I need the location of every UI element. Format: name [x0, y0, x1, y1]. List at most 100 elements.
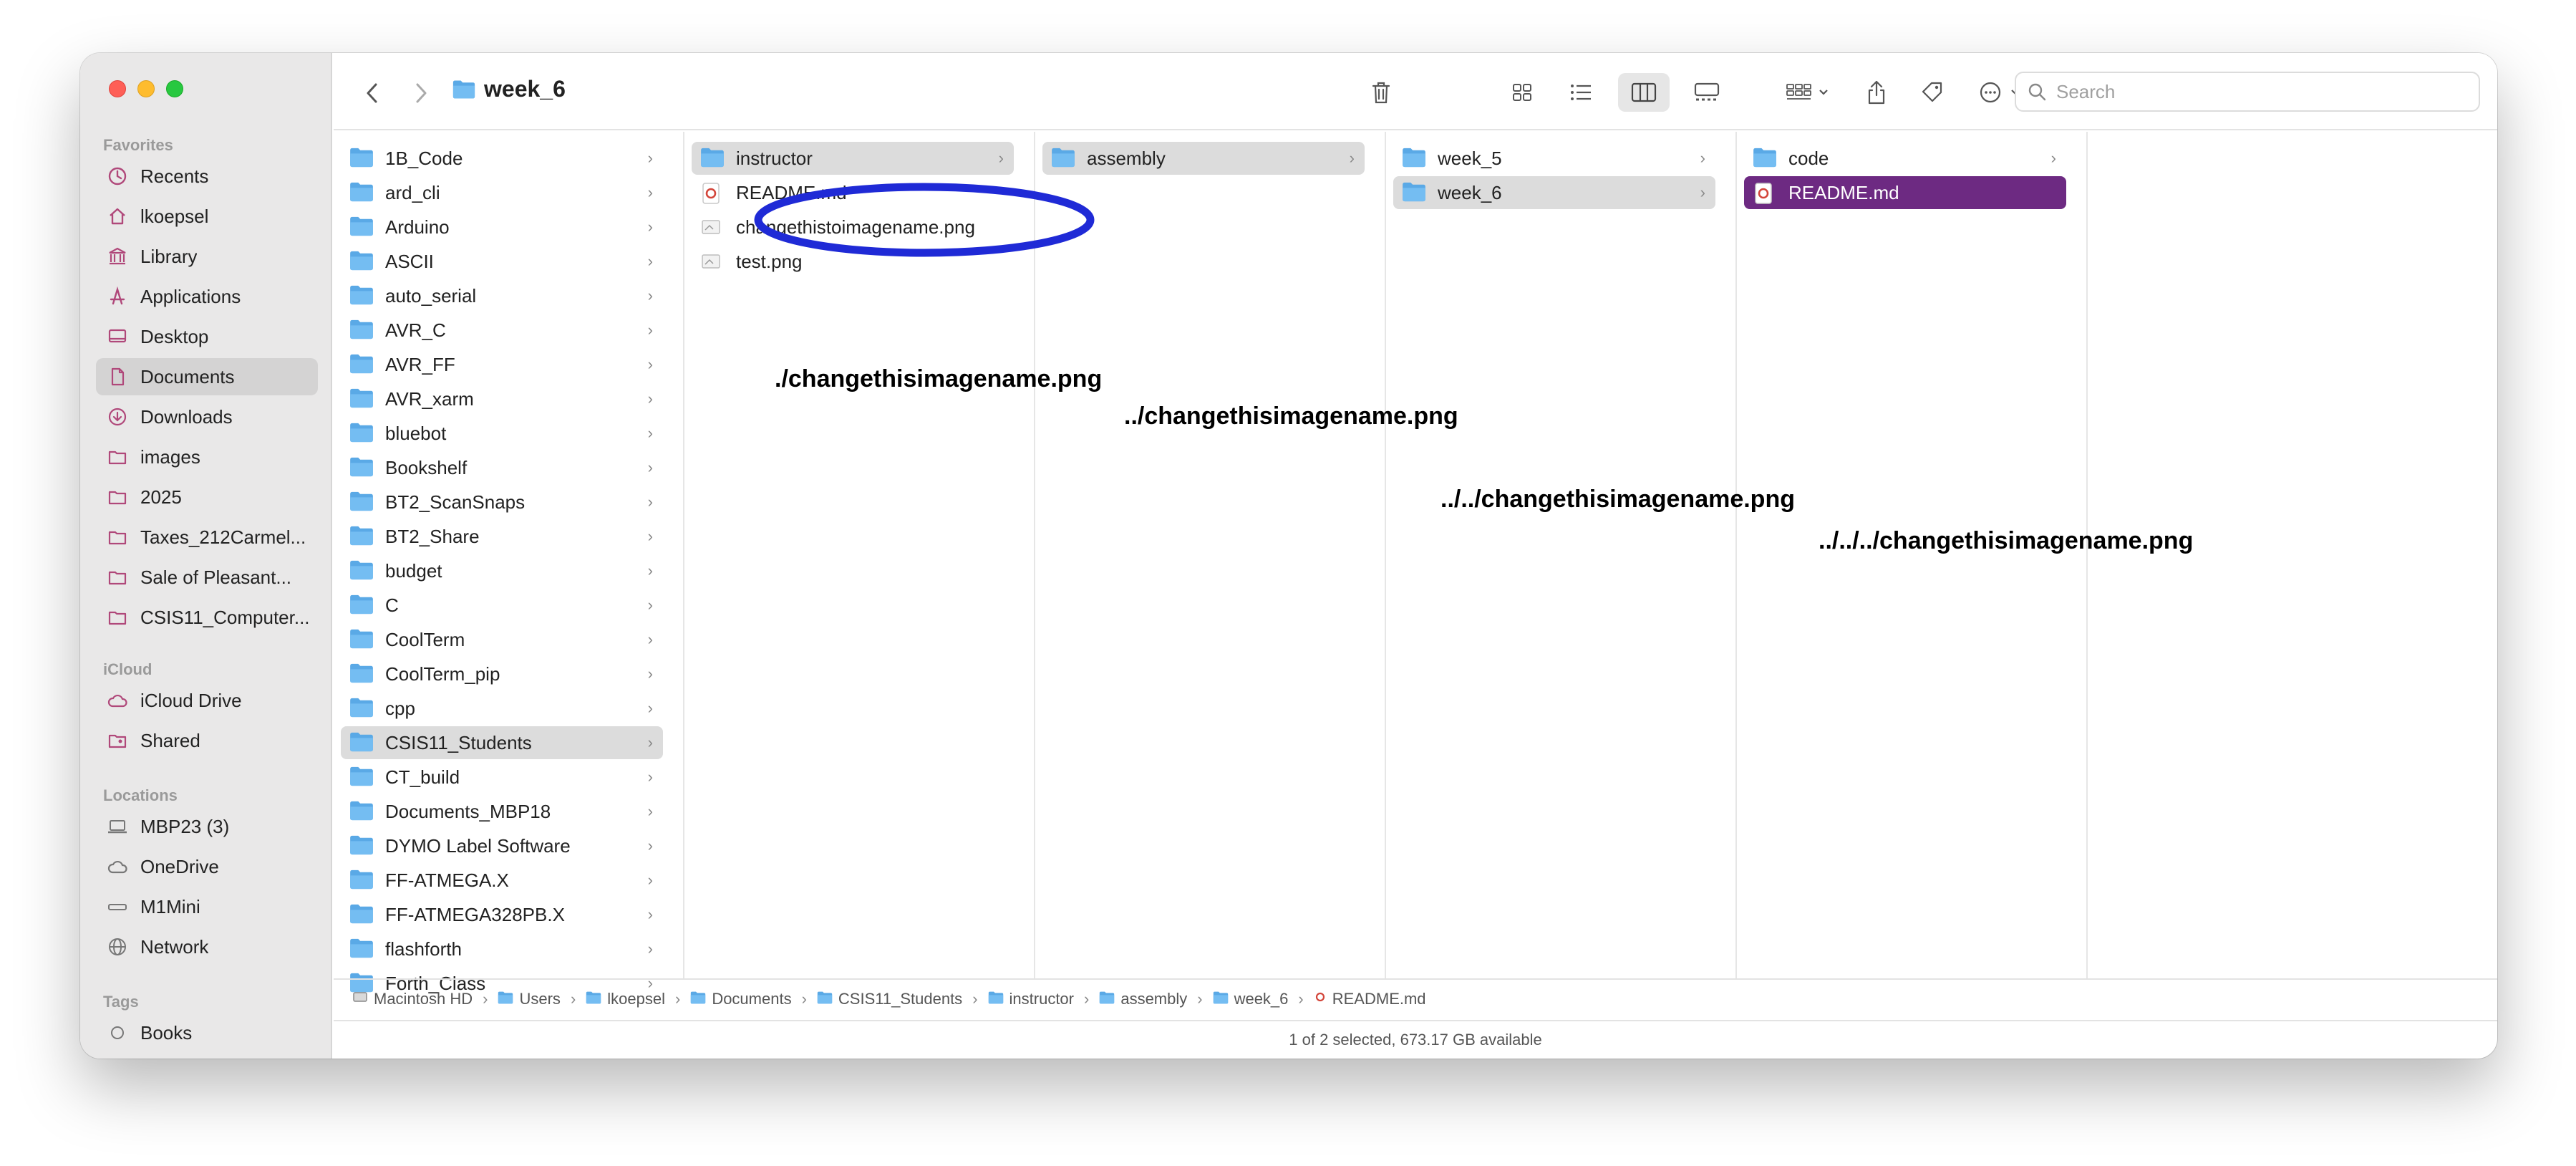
- finder-window: Favorites Recents lkoepsel Library Appli…: [80, 53, 2497, 1059]
- folder-row[interactable]: FF-ATMEGA.X ›: [341, 864, 663, 897]
- column-3: assembly ›: [1035, 132, 1386, 978]
- folder-icon: [349, 182, 375, 203]
- item-label: week_6: [1438, 181, 1502, 203]
- sidebar-item-taxes[interactable]: Taxes_212Carmel...: [96, 519, 318, 556]
- folder-icon: [1213, 990, 1229, 1008]
- folder-row[interactable]: AVR_C ›: [341, 314, 663, 347]
- path-segment[interactable]: Documents: [690, 990, 792, 1008]
- path-segment[interactable]: Users: [498, 990, 561, 1008]
- trash-button[interactable]: [1362, 73, 1400, 112]
- back-button[interactable]: [357, 77, 388, 109]
- column-view-button[interactable]: [1618, 73, 1670, 112]
- tag-button[interactable]: [1913, 73, 1952, 112]
- gallery-view-button[interactable]: [1684, 73, 1730, 112]
- folder-row[interactable]: assembly ›: [1042, 142, 1365, 175]
- folder-row[interactable]: Arduino ›: [341, 211, 663, 244]
- sidebar-item-2025[interactable]: 2025: [96, 478, 318, 516]
- chevron-right-icon: ›: [647, 733, 653, 751]
- folder-row[interactable]: code ›: [1744, 142, 2066, 175]
- column-browser: 1B_Code › ard_cli › Arduino › ASCII › auto_seria…: [334, 132, 2497, 994]
- item-label: FF-ATMEGA.X: [385, 869, 509, 891]
- path-segment[interactable]: Macintosh HD: [352, 990, 473, 1008]
- sidebar-item-library[interactable]: Library: [96, 238, 318, 275]
- tags-header: Tags: [103, 993, 139, 1011]
- sidebar-item-label: images: [140, 445, 200, 468]
- folder-row[interactable]: budget ›: [341, 554, 663, 587]
- path-segment[interactable]: instructor: [988, 990, 1074, 1008]
- folder-row[interactable]: instructor ›: [692, 142, 1014, 175]
- folder-row[interactable]: bluebot ›: [341, 417, 663, 450]
- path-segment[interactable]: lkoepsel: [586, 990, 665, 1008]
- forward-button[interactable]: [405, 77, 437, 109]
- minimize-button[interactable]: [137, 80, 155, 97]
- path-segment[interactable]: README.md: [1314, 990, 1426, 1008]
- sidebar-item-desktop[interactable]: Desktop: [96, 318, 318, 355]
- folder-row[interactable]: cpp ›: [341, 692, 663, 725]
- sidebar-item-downloads[interactable]: Downloads: [96, 398, 318, 435]
- folder-row[interactable]: BT2_ScanSnaps ›: [341, 486, 663, 519]
- folder-row[interactable]: ASCII ›: [341, 245, 663, 278]
- item-label: ASCII: [385, 250, 434, 272]
- annotation-path-1: ./changethisimagename.png: [775, 365, 1103, 392]
- folder-row[interactable]: week_5 ›: [1393, 142, 1715, 175]
- sidebar-item-label: iCloud Drive: [140, 689, 242, 711]
- chevron-right-icon: ›: [647, 630, 653, 648]
- icon-view-button[interactable]: [1501, 73, 1544, 112]
- sidebar-item-csis11[interactable]: CSIS11_Computer...: [96, 599, 318, 636]
- folder-row[interactable]: CSIS11_Students ›: [341, 726, 663, 759]
- shared-folder-icon: [106, 729, 129, 752]
- folder-row[interactable]: CoolTerm ›: [341, 623, 663, 656]
- zoom-button[interactable]: [166, 80, 183, 97]
- search-field[interactable]: Search: [2015, 72, 2480, 112]
- path-segment[interactable]: CSIS11_Students: [817, 990, 962, 1008]
- folder-row[interactable]: C ›: [341, 589, 663, 622]
- columns-icon: [1631, 82, 1657, 102]
- path-segment[interactable]: assembly: [1099, 990, 1187, 1008]
- sidebar-item-network[interactable]: Network: [96, 928, 318, 965]
- chevron-right-icon: ›: [647, 665, 653, 683]
- laptop-icon: [106, 815, 129, 838]
- group-button[interactable]: [1777, 73, 1841, 112]
- sidebar-item-shared[interactable]: Shared: [96, 722, 318, 759]
- close-button[interactable]: [109, 80, 126, 97]
- folder-row[interactable]: DYMO Label Software ›: [341, 829, 663, 862]
- folder-icon: [690, 990, 706, 1008]
- folder-icon: [349, 594, 375, 616]
- chevron-right-icon: ›: [647, 940, 653, 958]
- sidebar-item-m1mini[interactable]: M1Mini: [96, 888, 318, 925]
- folder-icon: [349, 354, 375, 375]
- chevron-right-icon: [416, 83, 427, 103]
- folder-icon: [452, 80, 475, 98]
- sidebar-item-tag-books[interactable]: Books: [96, 1014, 318, 1051]
- sidebar-item-sale[interactable]: Sale of Pleasant...: [96, 559, 318, 596]
- sidebar-item-onedrive[interactable]: OneDrive: [96, 848, 318, 885]
- folder-row[interactable]: BT2_Share ›: [341, 520, 663, 553]
- folder-row[interactable]: flashforth ›: [341, 933, 663, 965]
- folder-row[interactable]: Bookshelf ›: [341, 451, 663, 484]
- cloud-icon: [106, 689, 129, 712]
- share-button[interactable]: [1857, 73, 1896, 112]
- sidebar-item-home[interactable]: lkoepsel: [96, 198, 318, 235]
- sidebar-item-documents[interactable]: Documents: [96, 358, 318, 395]
- folder-row[interactable]: AVR_FF ›: [341, 348, 663, 381]
- path-segment[interactable]: week_6: [1213, 990, 1288, 1008]
- sidebar-item-images[interactable]: images: [96, 438, 318, 476]
- folder-row[interactable]: CT_build ›: [341, 761, 663, 794]
- file-row[interactable]: README.md: [1744, 176, 2066, 209]
- folder-row[interactable]: week_6 ›: [1393, 176, 1715, 209]
- sidebar-item-label: lkoepsel: [140, 205, 209, 227]
- sidebar-item-mbp23[interactable]: MBP23 (3): [96, 808, 318, 845]
- folder-row[interactable]: auto_serial ›: [341, 279, 663, 312]
- sidebar-item-recents[interactable]: Recents: [96, 158, 318, 195]
- folder-row[interactable]: 1B_Code ›: [341, 142, 663, 175]
- sidebar-item-applications[interactable]: Applications: [96, 278, 318, 315]
- folder-row[interactable]: ard_cli ›: [341, 176, 663, 209]
- sidebar-item-icloud-drive[interactable]: iCloud Drive: [96, 682, 318, 719]
- desktop-icon: [106, 325, 129, 348]
- list-view-button[interactable]: [1559, 73, 1602, 112]
- folder-row[interactable]: AVR_xarm ›: [341, 382, 663, 415]
- globe-icon: [106, 935, 129, 958]
- folder-row[interactable]: FF-ATMEGA328PB.X ›: [341, 898, 663, 931]
- folder-row[interactable]: CoolTerm_pip ›: [341, 657, 663, 690]
- folder-row[interactable]: Documents_MBP18 ›: [341, 795, 663, 828]
